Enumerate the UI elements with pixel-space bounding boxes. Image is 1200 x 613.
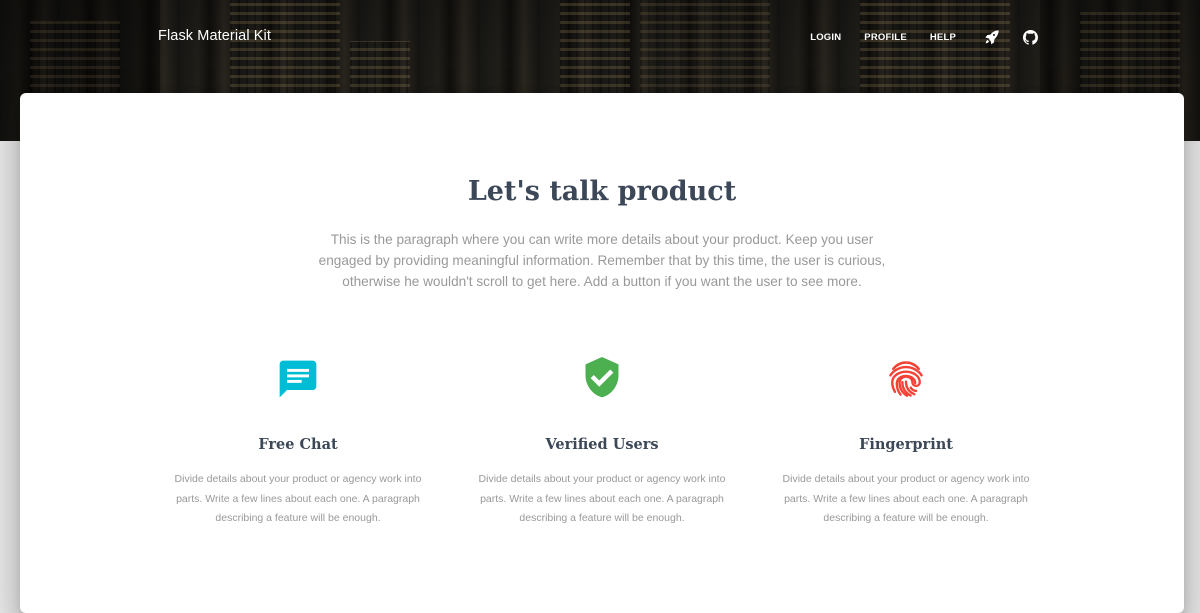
feature-title: Fingerprint	[859, 436, 953, 453]
fingerprint-icon	[884, 357, 928, 406]
nav-login-link[interactable]: LOGIN	[810, 32, 841, 43]
section-description: This is the paragraph where you can writ…	[318, 232, 886, 289]
rocket-icon[interactable]	[982, 27, 1002, 47]
section-title: Let's talk product	[467, 176, 737, 207]
feature-free-chat: Free Chat Divide details about your prod…	[163, 356, 433, 529]
nav-links: LOGIN PROFILE HELP	[787, 26, 1040, 48]
nav-help-link[interactable]: HELP	[930, 32, 956, 43]
feature-title: Verified Users	[545, 436, 659, 453]
github-icon[interactable]	[1020, 27, 1040, 47]
main-card: Let's talk product This is the paragraph…	[20, 93, 1184, 613]
verified-shield-icon	[580, 355, 624, 408]
navbar: Flask Material Kit LOGIN PROFILE HELP	[0, 0, 1200, 72]
feature-description: Divide details about your product or age…	[782, 473, 1030, 524]
feature-description: Divide details about your product or age…	[174, 473, 422, 524]
feature-verified-users: Verified Users Divide details about your…	[467, 356, 737, 529]
feature-description: Divide details about your product or age…	[478, 473, 726, 524]
brand-link[interactable]: Flask Material Kit	[158, 28, 271, 44]
feature-title: Free Chat	[258, 436, 338, 453]
chat-icon	[276, 357, 320, 406]
feature-fingerprint: Fingerprint Divide details about your pr…	[771, 356, 1041, 529]
nav-profile-link[interactable]: PROFILE	[864, 32, 907, 43]
